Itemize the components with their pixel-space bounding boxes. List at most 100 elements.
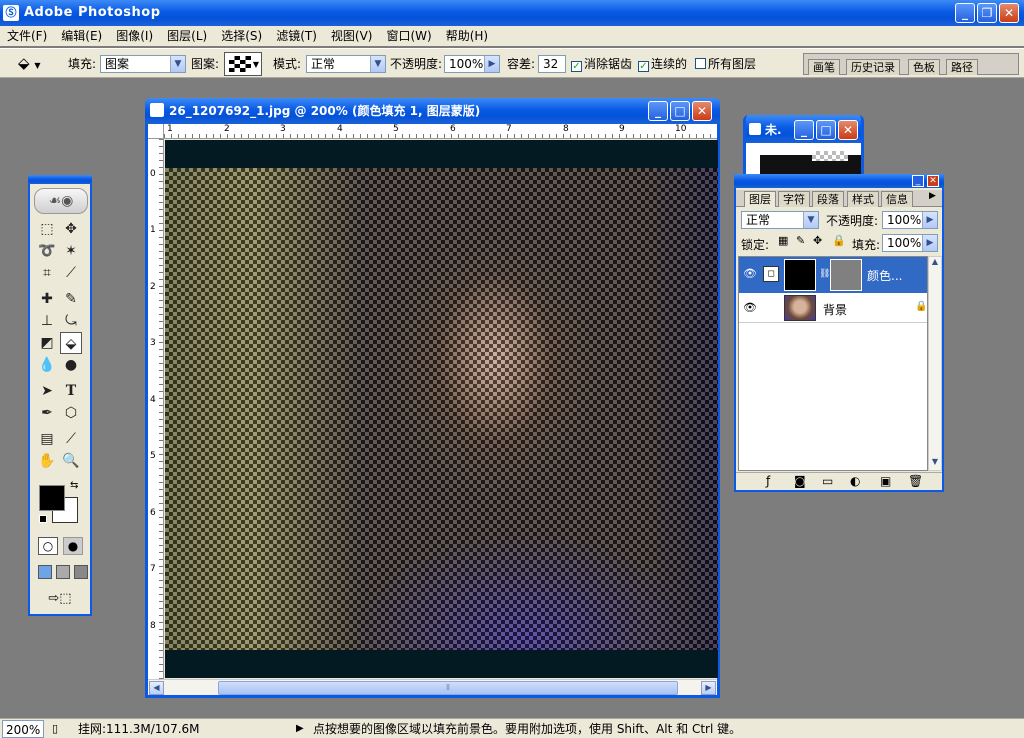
new-group-icon[interactable]: ▭ xyxy=(822,474,833,488)
menu-edit[interactable]: 编辑(E) xyxy=(54,26,109,46)
all-layers-checkbox[interactable]: 所有图层 xyxy=(695,52,756,76)
palette-tab-history[interactable]: 历史记录 xyxy=(846,59,900,75)
menu-help[interactable]: 帮助(H) xyxy=(439,26,495,46)
layer-name[interactable]: 背景 xyxy=(823,301,847,318)
hand-tool-icon[interactable]: ✋ xyxy=(36,450,58,472)
tab-character[interactable]: 字符 xyxy=(778,191,810,207)
marquee-tool-icon[interactable]: ⬚ xyxy=(36,218,58,240)
lock-position-icon[interactable]: ✥ xyxy=(813,234,822,247)
chevron-right-icon[interactable]: ▶ xyxy=(484,56,499,72)
ruler-origin[interactable] xyxy=(148,124,164,139)
chain-link-icon[interactable]: ⛓ xyxy=(819,269,830,279)
jump-to-imageready-button[interactable]: ⇨⬚ xyxy=(38,590,82,608)
healing-brush-tool-icon[interactable]: ✚ xyxy=(36,288,58,310)
palette-tab-paths[interactable]: 路径 xyxy=(946,59,978,75)
photoshop-app-icon[interactable]: Ⓢ xyxy=(3,5,19,21)
layer-row[interactable]: 👁 背景 🔒 xyxy=(739,293,927,323)
document-maximize-button[interactable]: □ xyxy=(670,101,690,121)
opacity-input[interactable]: 100% ▶ xyxy=(444,55,500,73)
scroll-thumb[interactable]: ⦀ xyxy=(218,681,678,695)
close-button[interactable]: ✕ xyxy=(999,3,1019,23)
tolerance-input[interactable]: 32 xyxy=(538,55,566,73)
document-info-icon[interactable]: ▯ xyxy=(52,720,58,738)
vertical-ruler[interactable]: 0 1 2 3 4 5 6 7 8 xyxy=(148,139,164,679)
document-minimize-button[interactable]: _ xyxy=(648,101,668,121)
scroll-right-button[interactable]: ▶ xyxy=(701,681,716,695)
horizontal-scrollbar[interactable]: ◀ ⦀ ▶ xyxy=(148,679,717,695)
canvas[interactable] xyxy=(165,140,718,678)
tab-layers[interactable]: 图层 xyxy=(744,191,776,207)
layer-mask-thumbnail[interactable] xyxy=(830,259,862,291)
layers-title-bar[interactable]: _ ✕ xyxy=(734,174,944,188)
screen-mode-full-menu-button[interactable] xyxy=(56,565,70,579)
horizontal-ruler[interactable]: 1 2 3 4 5 6 7 8 9 10 xyxy=(164,124,717,139)
layer-thumbnail[interactable] xyxy=(784,259,816,291)
history-brush-tool-icon[interactable]: ⤿ xyxy=(60,310,82,332)
type-tool-icon[interactable]: T xyxy=(60,380,82,402)
fill-select[interactable]: 图案 ▼ xyxy=(100,55,186,73)
screen-mode-standard-button[interactable] xyxy=(38,565,52,579)
menu-view[interactable]: 视图(V) xyxy=(324,26,380,46)
document-title-bar[interactable]: 26_1207692_1.jpg @ 200% (颜色填充 1, 图层蒙版) _… xyxy=(145,98,720,124)
antialias-checkbox[interactable]: ✓ 消除锯齿 xyxy=(571,52,632,76)
palette-tab-swatches[interactable]: 色板 xyxy=(908,59,940,75)
new-layer-icon[interactable]: ▣ xyxy=(880,474,891,488)
layer-row[interactable]: 👁 ◻ ⛓ 颜色... xyxy=(739,257,927,293)
shape-tool-icon[interactable]: ⬡ xyxy=(60,402,82,424)
paint-bucket-preset-icon[interactable]: ⬙ ▼ xyxy=(18,53,48,73)
status-menu-arrow-icon[interactable]: ▶ xyxy=(296,720,304,738)
mask-link-indicator-icon[interactable]: ◻ xyxy=(763,266,779,282)
pen-tool-icon[interactable]: ✒ xyxy=(36,402,58,424)
palette-menu-arrow-icon[interactable]: ▶ xyxy=(929,191,936,201)
blend-mode-select[interactable]: 正常 ▼ xyxy=(741,211,819,229)
eyedropper-tool-icon[interactable]: ⟋ xyxy=(60,428,82,450)
eraser-tool-icon[interactable]: ◩ xyxy=(36,332,58,354)
magic-wand-tool-icon[interactable]: ✶ xyxy=(60,240,82,262)
slice-tool-icon[interactable]: ⟋ xyxy=(60,262,82,284)
brush-tool-icon[interactable]: ✎ xyxy=(60,288,82,310)
document-icon[interactable] xyxy=(150,103,164,117)
adjustment-layer-icon[interactable]: ◐ xyxy=(850,474,860,488)
notes-tool-icon[interactable]: ▤ xyxy=(36,428,58,450)
move-tool-icon[interactable]: ✥ xyxy=(60,218,82,240)
menu-image[interactable]: 图像(I) xyxy=(109,26,160,46)
mode-select[interactable]: 正常 ▼ xyxy=(306,55,386,73)
menu-window[interactable]: 窗口(W) xyxy=(379,26,438,46)
document-close-button[interactable]: ✕ xyxy=(692,101,712,121)
layer-fill-input[interactable]: 100% ▶ xyxy=(882,234,938,252)
paint-bucket-tool-icon[interactable]: ⬙ xyxy=(60,332,82,354)
eye-icon[interactable]: 👁 xyxy=(743,301,757,314)
dodge-tool-icon[interactable]: ● xyxy=(60,354,82,376)
navigator-maximize-button[interactable]: □ xyxy=(816,120,836,140)
navigator-preview[interactable] xyxy=(746,143,861,174)
menu-file[interactable]: 文件(F) xyxy=(0,26,54,46)
foreground-color-swatch[interactable] xyxy=(39,485,65,511)
chevron-right-icon[interactable]: ▶ xyxy=(922,212,937,228)
swap-colors-icon[interactable]: ⇆ xyxy=(70,480,78,491)
zoom-input[interactable]: 200% xyxy=(2,720,44,738)
layers-minimize-button[interactable]: _ xyxy=(912,175,924,187)
layer-thumbnail[interactable] xyxy=(784,295,816,321)
lasso-tool-icon[interactable]: ➰ xyxy=(36,240,58,262)
quick-mask-mode-button[interactable]: ● xyxy=(63,537,83,555)
lock-transparency-icon[interactable]: ▦ xyxy=(778,234,788,247)
tab-styles[interactable]: 样式 xyxy=(847,191,879,207)
layer-style-icon[interactable]: ƒ xyxy=(766,474,770,488)
trash-icon[interactable]: 🗑 xyxy=(908,474,923,488)
contiguous-checkbox[interactable]: ✓ 连续的 xyxy=(638,52,687,76)
layer-opacity-input[interactable]: 100% ▶ xyxy=(882,211,938,229)
lock-all-icon[interactable]: 🔒 xyxy=(832,234,846,247)
layers-scrollbar[interactable]: ▲ ▼ xyxy=(928,256,942,471)
crop-tool-icon[interactable]: ⌗ xyxy=(36,262,58,284)
tab-info[interactable]: 信息 xyxy=(881,191,913,207)
image-content[interactable] xyxy=(165,168,718,650)
menu-layer[interactable]: 图层(L) xyxy=(160,26,214,46)
eye-icon[interactable]: 👁 xyxy=(743,267,757,280)
toolbox-title-bar[interactable] xyxy=(28,175,92,184)
scroll-left-button[interactable]: ◀ xyxy=(149,681,164,695)
layers-close-button[interactable]: ✕ xyxy=(927,175,939,187)
menu-filter[interactable]: 滤镜(T) xyxy=(269,26,324,46)
tab-paragraph[interactable]: 段落 xyxy=(812,191,844,207)
navigator-close-button[interactable]: ✕ xyxy=(838,120,858,140)
minimize-button[interactable]: _ xyxy=(955,3,975,23)
